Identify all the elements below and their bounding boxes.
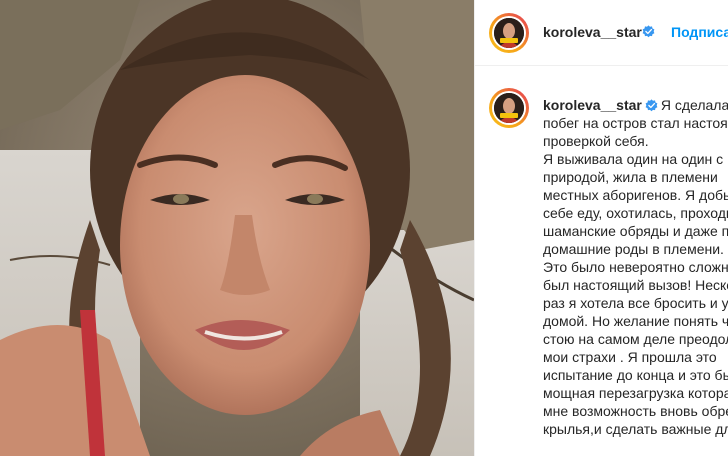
caption-line: Это было невероятно сложно и это bbox=[543, 259, 728, 275]
post-header: koroleva__star Подписаться bbox=[475, 0, 728, 66]
caption-line: стою на самом деле преодолеть bbox=[543, 331, 728, 347]
verified-badge-icon bbox=[642, 25, 655, 38]
verified-badge-icon bbox=[645, 99, 658, 112]
caption-first-line: koroleva__star Я сделала это! Мой bbox=[543, 96, 728, 114]
caption-avatar[interactable] bbox=[489, 88, 529, 128]
avatar-photo bbox=[494, 93, 524, 123]
caption-username[interactable]: koroleva__star bbox=[543, 97, 642, 113]
caption-line: был настоящий вызов! Несколько bbox=[543, 277, 728, 293]
caption-line: себе еду, охотилась, проходила bbox=[543, 205, 728, 221]
post-side-panel: koroleva__star Подписаться koroleva__sta… bbox=[474, 0, 728, 456]
caption-line: домашние роды в племени. bbox=[543, 241, 724, 257]
subscribe-button[interactable]: Подписаться bbox=[671, 24, 728, 40]
caption-line: домой. Но желание понять чего я bbox=[543, 313, 728, 329]
avatar-photo bbox=[494, 18, 524, 48]
caption-line: местных аборигенов. Я добывала bbox=[543, 187, 728, 203]
caption-line: природой, жила в племени bbox=[543, 169, 718, 185]
caption-line: раз я хотела все бросить и улететь bbox=[543, 295, 728, 311]
post-media[interactable] bbox=[0, 0, 474, 456]
caption-line: побег на остров стал настоящей bbox=[543, 115, 728, 131]
caption-line: мои страхи . Я прошла это bbox=[543, 349, 717, 365]
post-photo bbox=[0, 0, 474, 456]
caption-line: испытание до конца и это была bbox=[543, 367, 728, 383]
header-avatar[interactable] bbox=[489, 13, 529, 53]
caption-line: шаманские обряды и даже принимала bbox=[543, 223, 728, 239]
caption-line: крылья,и сделать важные для bbox=[543, 421, 728, 437]
caption-line: мне возможность вновь обрести bbox=[543, 403, 728, 419]
caption-line: Я сделала это! Мой bbox=[660, 97, 728, 113]
caption-line: мощная перезагрузка которая дала bbox=[543, 385, 728, 401]
post-caption: koroleva__star Я сделала это! Мой побег н… bbox=[543, 96, 728, 438]
caption-line: проверкой себя. bbox=[543, 133, 649, 149]
caption-line: Я выживала один на один с bbox=[543, 151, 724, 167]
header-username[interactable]: koroleva__star bbox=[543, 24, 642, 40]
